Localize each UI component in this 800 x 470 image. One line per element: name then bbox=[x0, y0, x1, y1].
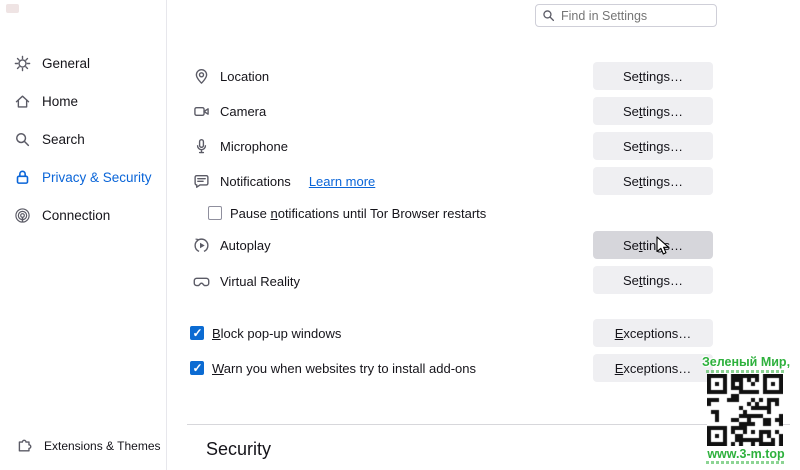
sidebar-footer-label: Extensions & Themes bbox=[44, 439, 161, 453]
sidebar-item-label: Home bbox=[42, 94, 78, 109]
autoplay-icon bbox=[193, 237, 210, 254]
sidebar-item-privacy-security[interactable]: Privacy & Security bbox=[8, 162, 160, 192]
qr-code bbox=[707, 374, 783, 446]
pause-notifications-checkbox[interactable] bbox=[208, 206, 222, 220]
addons-exceptions-button[interactable]: Exceptions… bbox=[593, 354, 713, 382]
autoplay-settings-button[interactable]: Settings… bbox=[593, 231, 713, 259]
popup-exceptions-button[interactable]: Exceptions… bbox=[593, 319, 713, 347]
warn-addons-row: Warn you when websites try to install ad… bbox=[190, 358, 476, 378]
warn-addons-checkbox[interactable] bbox=[190, 361, 204, 375]
permission-label: Location bbox=[220, 69, 269, 84]
corner-artifact bbox=[6, 4, 19, 13]
camera-icon bbox=[193, 103, 210, 120]
permission-label: Microphone bbox=[220, 139, 288, 154]
sidebar-item-label: Connection bbox=[42, 208, 110, 223]
vr-headset-icon bbox=[193, 273, 210, 290]
block-popups-row: Block pop-up windows bbox=[190, 323, 341, 343]
permission-label: Virtual Reality bbox=[220, 274, 300, 289]
puzzle-piece-icon bbox=[16, 437, 33, 454]
permission-label: Camera bbox=[220, 104, 266, 119]
gear-icon bbox=[14, 55, 31, 72]
permission-row-autoplay: Autoplay bbox=[193, 235, 271, 255]
sidebar-item-search[interactable]: Search bbox=[8, 124, 160, 154]
microphone-icon bbox=[193, 138, 210, 155]
permission-row-virtual-reality: Virtual Reality bbox=[193, 271, 300, 291]
microphone-settings-button[interactable]: Settings… bbox=[593, 132, 713, 160]
home-icon bbox=[14, 93, 31, 110]
camera-settings-button[interactable]: Settings… bbox=[593, 97, 713, 125]
sidebar-item-label: Search bbox=[42, 132, 85, 147]
permission-row-microphone: Microphone bbox=[193, 136, 288, 156]
sidebar-item-general[interactable]: General bbox=[8, 48, 160, 78]
permission-label: Notifications bbox=[220, 174, 291, 189]
checkbox-label: Warn you when websites try to install ad… bbox=[212, 361, 476, 376]
location-pin-icon bbox=[193, 68, 210, 85]
search-icon bbox=[542, 9, 555, 22]
sidebar-divider bbox=[166, 0, 167, 470]
vr-settings-button[interactable]: Settings… bbox=[593, 266, 713, 294]
lock-icon bbox=[14, 169, 31, 186]
checkbox-label: Block pop-up windows bbox=[212, 326, 341, 341]
sidebar-item-home[interactable]: Home bbox=[8, 86, 160, 116]
sidebar-item-label: General bbox=[42, 56, 90, 71]
checkbox-label: Pause notifications until Tor Browser re… bbox=[230, 206, 486, 221]
section-divider bbox=[187, 424, 790, 425]
pause-notifications-row: Pause notifications until Tor Browser re… bbox=[208, 203, 486, 223]
watermark-subtext bbox=[706, 370, 786, 373]
sidebar-item-connection[interactable]: Connection bbox=[8, 200, 160, 230]
permission-label: Autoplay bbox=[220, 238, 271, 253]
security-section-heading: Security bbox=[206, 439, 271, 460]
block-popups-checkbox[interactable] bbox=[190, 326, 204, 340]
learn-more-link[interactable]: Learn more bbox=[309, 174, 375, 189]
location-settings-button[interactable]: Settings… bbox=[593, 62, 713, 90]
search-icon bbox=[14, 131, 31, 148]
notifications-settings-button[interactable]: Settings… bbox=[593, 167, 713, 195]
watermark-url: www.3-m.top bbox=[698, 447, 794, 461]
permission-row-notifications: Notifications Learn more bbox=[193, 171, 375, 191]
sidebar-item-extensions-themes[interactable]: Extensions & Themes bbox=[10, 437, 161, 454]
broadcast-icon bbox=[14, 207, 31, 224]
find-in-settings-input[interactable] bbox=[535, 4, 717, 27]
sidebar-item-label: Privacy & Security bbox=[42, 170, 152, 185]
notifications-icon bbox=[193, 173, 210, 190]
permission-row-camera: Camera bbox=[193, 101, 266, 121]
permission-row-location: Location bbox=[193, 66, 269, 86]
browser-settings-page: General Home Search Privacy & Security bbox=[0, 0, 800, 470]
watermark-title: Зеленый Мир, bbox=[698, 355, 794, 369]
watermark-subtext bbox=[706, 461, 786, 464]
